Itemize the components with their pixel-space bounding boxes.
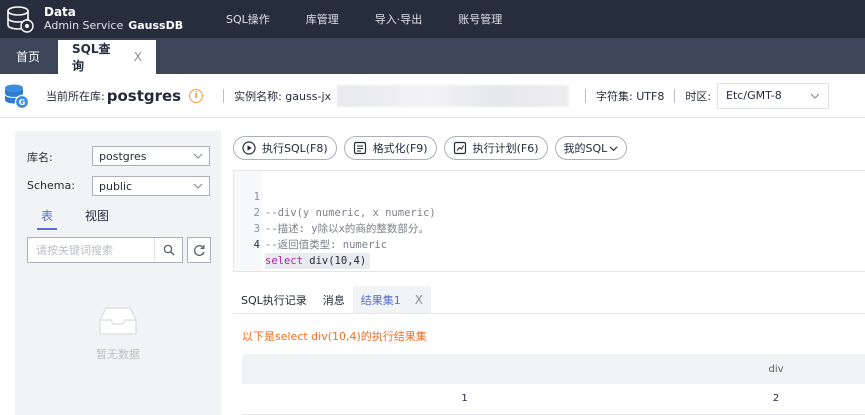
divider (585, 88, 587, 103)
timezone-label: 时区: (685, 89, 712, 103)
database-logo-icon (7, 6, 34, 33)
divider (223, 88, 225, 103)
tab-result-set-label: 结果集1 (360, 293, 401, 307)
tab-sql-query-label: SQL查询 (72, 42, 111, 73)
nav-account-management[interactable]: 账号管理 (458, 11, 502, 27)
current-db-label: 当前所在库: (46, 89, 105, 103)
editor-line: 4 select div(10,4) (234, 221, 371, 269)
chevron-down-icon (810, 93, 820, 99)
sql-editor[interactable]: 1 --div(y numeric, x numeric) 2 --描述: y除… (233, 170, 865, 272)
chevron-down-icon (193, 153, 203, 159)
result-caption: 以下是select div(10,4)的执行结果集 (242, 330, 427, 343)
code-text: select div(10,4) (265, 253, 371, 269)
info-icon[interactable]: i (189, 88, 204, 103)
logo[interactable]: Data Admin Service GaussDB (0, 4, 210, 34)
tab-views[interactable]: 视图 (81, 207, 113, 230)
nav-import-export[interactable]: 导入·导出 (375, 11, 423, 27)
chevron-down-icon (193, 183, 203, 189)
tab-bar: 首页 SQL查询 X (0, 38, 865, 74)
brand-title: Data (44, 5, 76, 19)
nav-database-management[interactable]: 库管理 (306, 11, 339, 27)
sql-expression: div(10,4) (302, 255, 367, 267)
search-icon (163, 244, 174, 256)
my-sql-label: 我的SQL (563, 142, 608, 155)
main-menu: SQL操作 库管理 导入·导出 账号管理 (226, 11, 538, 27)
db-name-value: postgres (99, 149, 147, 163)
column-header (242, 354, 687, 384)
plan-icon (453, 141, 466, 155)
table-row: 1 2 (242, 384, 865, 415)
empty-inbox-icon (99, 307, 137, 335)
code-text: --描述: y除以x的商的整数部分。 (265, 223, 429, 235)
result-table: div 1 2 (242, 354, 865, 415)
instance-info-bar: G 当前所在库: postgres i 实例名称: gauss-jx 字符集: … (0, 74, 865, 118)
brand-subtitle: Admin Service (44, 19, 124, 32)
tab-home[interactable]: 首页 (0, 38, 56, 74)
line-number: 4 (253, 239, 260, 251)
search-button[interactable] (154, 238, 182, 262)
column-header[interactable]: div (687, 354, 865, 384)
my-sql-dropdown[interactable]: 我的SQL (554, 136, 628, 160)
format-label: 格式化(F9) (372, 142, 428, 155)
database-icon: G (4, 84, 30, 109)
explain-plan-label: 执行计划(F6) (472, 142, 539, 155)
result-tabs: SQL执行记录 消息 结果集1 X (233, 286, 865, 314)
tab-sql-history[interactable]: SQL执行记录 (233, 286, 315, 313)
object-type-tabs: 表 视图 (37, 207, 137, 230)
editor-line: 1 --div(y numeric, x numeric) (234, 173, 436, 219)
code-text: --div(y numeric, x numeric) (265, 207, 436, 219)
play-icon (242, 141, 256, 155)
execute-sql-label: 执行SQL(F8) (262, 142, 328, 155)
schema-value: public (99, 179, 133, 193)
schema-select[interactable]: public (92, 176, 210, 196)
db-name-label: 库名: (27, 151, 53, 164)
refresh-button[interactable] (187, 237, 211, 263)
close-tab-icon[interactable]: X (134, 50, 142, 64)
brand-product: GaussDB (128, 19, 184, 32)
code-text: --返回值类型: numeric (265, 239, 388, 251)
tab-tables[interactable]: 表 (37, 207, 58, 230)
execute-sql-button[interactable]: 执行SQL(F8) (233, 136, 337, 160)
charset-label: 字符集: UTF8 (596, 89, 665, 103)
table-cell[interactable]: 2 (687, 384, 865, 415)
format-button[interactable]: 格式化(F9) (343, 136, 437, 160)
top-nav: Data Admin Service GaussDB SQL操作 库管理 导入·导… (0, 0, 865, 38)
close-result-icon[interactable]: X (415, 293, 423, 307)
svg-text:G: G (19, 98, 26, 107)
explain-plan-button[interactable]: 执行计划(F6) (443, 136, 548, 160)
timezone-select[interactable]: Etc/GMT-8 (717, 82, 830, 109)
tab-result-set[interactable]: 结果集1 X (352, 286, 432, 313)
editor-line: 3 --返回值类型: numeric (234, 205, 387, 251)
empty-state-text: 暂无数据 (96, 348, 140, 361)
db-name-select[interactable]: postgres (92, 146, 210, 166)
schema-label: Schema: (27, 179, 75, 192)
tab-messages[interactable]: 消息 (315, 286, 353, 313)
sql-keyword: select (265, 255, 303, 267)
object-sidebar: 库名: postgres Schema: public 表 视图 暂无数据 (15, 131, 221, 415)
refresh-icon (193, 244, 205, 256)
nav-sql-operations[interactable]: SQL操作 (226, 11, 270, 27)
search-box (27, 237, 183, 263)
chevron-down-icon (609, 145, 618, 151)
row-number-cell: 1 (242, 384, 687, 415)
masked-region (337, 84, 570, 107)
divider (674, 88, 676, 103)
format-icon (353, 141, 366, 155)
table-header-row: div (242, 354, 865, 384)
instance-name: 实例名称: gauss-jx (234, 89, 332, 103)
sql-toolbar: 执行SQL(F8) 格式化(F9) 执行计划(F6) 我的SQL (233, 136, 634, 160)
tab-sql-query[interactable]: SQL查询 X (58, 40, 156, 74)
editor-line: 2 --描述: y除以x的商的整数部分。 (234, 189, 429, 235)
current-db-name: postgres (106, 86, 182, 105)
search-input[interactable] (28, 243, 154, 257)
timezone-value: Etc/GMT-8 (726, 89, 782, 102)
